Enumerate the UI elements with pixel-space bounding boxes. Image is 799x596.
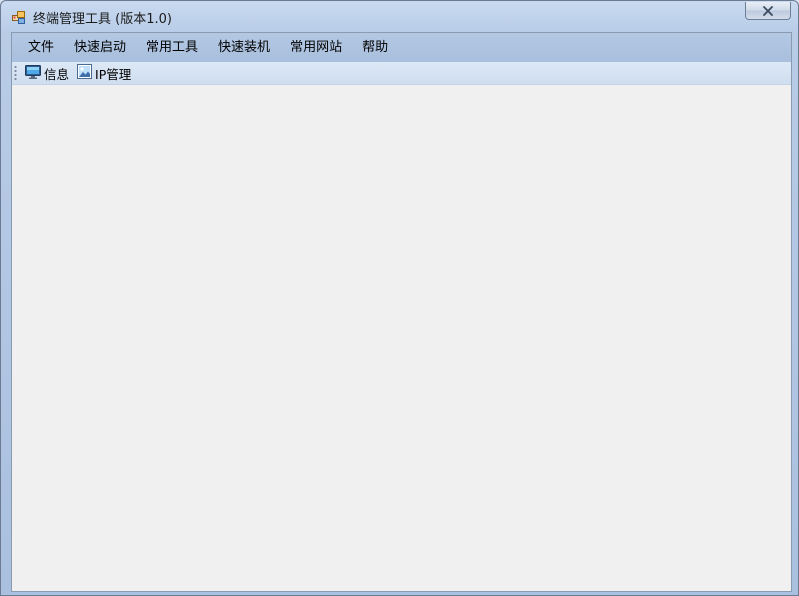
menu-file[interactable]: 文件 (18, 37, 64, 59)
toolbar-grip[interactable] (14, 64, 17, 82)
menu-quick-install[interactable]: 快速装机 (208, 37, 280, 59)
menu-help[interactable]: 帮助 (352, 37, 398, 59)
toolbar-info-label: 信息 (44, 66, 70, 82)
main-content-area (12, 85, 791, 591)
menu-common-sites[interactable]: 常用网站 (280, 37, 352, 59)
picture-icon (77, 64, 95, 82)
menu-common-tools[interactable]: 常用工具 (136, 37, 208, 59)
monitor-icon (25, 64, 44, 82)
close-button[interactable] (745, 2, 791, 20)
window-frame-left[interactable] (1, 31, 11, 595)
tool-strip: 信息 IP管理 (12, 62, 791, 85)
toolbar-info-button[interactable]: 信息 (23, 63, 73, 83)
title-bar[interactable]: 终端管理工具 (版本1.0) (1, 1, 798, 32)
client-area: 文件 快速启动 常用工具 快速装机 常用网站 帮助 信息 IP管理 (11, 32, 792, 592)
window-title: 终端管理工具 (版本1.0) (33, 12, 172, 27)
menu-quick-launch[interactable]: 快速启动 (64, 37, 136, 59)
app-window: 终端管理工具 (版本1.0) 文件 快速启动 常用工具 快速装机 常用网站 帮助 (0, 0, 799, 596)
toolbar-ip-manage-button[interactable]: IP管理 (75, 63, 135, 83)
menu-bar: 文件 快速启动 常用工具 快速装机 常用网站 帮助 (12, 33, 791, 62)
toolbar-ip-manage-label: IP管理 (95, 66, 132, 82)
app-icon[interactable] (12, 10, 26, 24)
close-icon (762, 5, 774, 16)
